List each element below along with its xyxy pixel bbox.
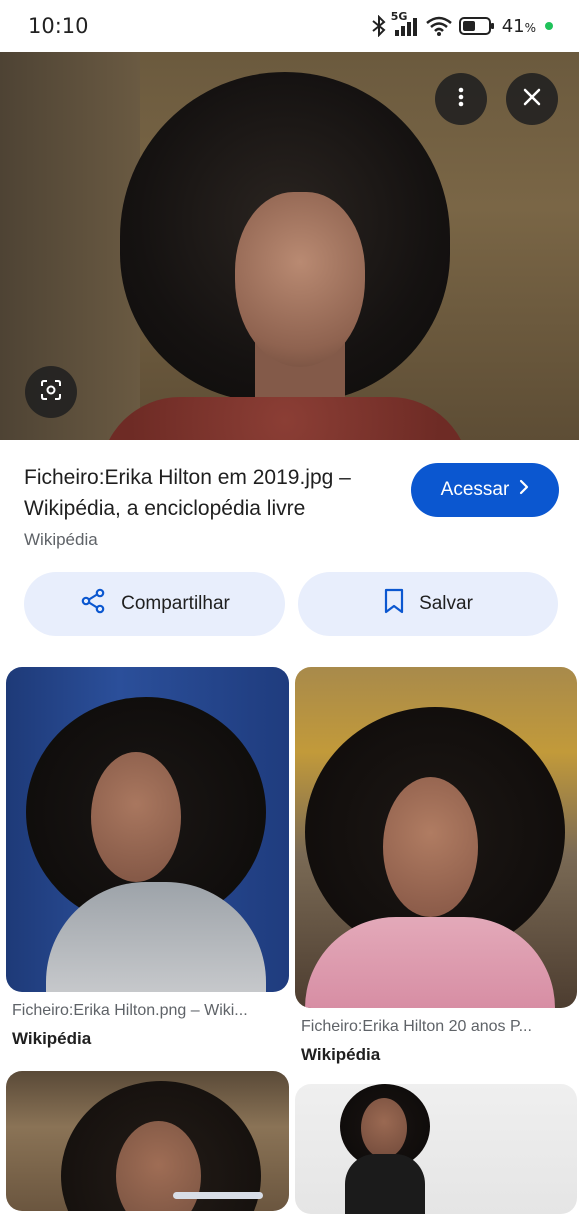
close-icon xyxy=(523,88,541,111)
thumb-face xyxy=(91,752,181,882)
lens-icon xyxy=(39,378,63,407)
share-button[interactable]: Compartilhar xyxy=(24,572,285,636)
thumb-face xyxy=(383,777,478,917)
related-card[interactable] xyxy=(6,1071,289,1211)
share-label: Compartilhar xyxy=(121,593,230,614)
battery-unit: % xyxy=(524,20,536,35)
status-bar: 10:10 5G 41 % xyxy=(0,0,579,52)
related-thumbnail[interactable] xyxy=(6,667,289,992)
related-caption: Ficheiro:Erika Hilton.png – Wiki... xyxy=(12,1002,248,1019)
related-source: Wikipédia xyxy=(301,1045,381,1064)
related-caption: Ficheiro:Erika Hilton 20 anos P... xyxy=(301,1018,532,1035)
battery-dot xyxy=(545,22,553,30)
cellular-signal-icon: 5G xyxy=(391,10,419,36)
close-button[interactable] xyxy=(506,73,558,125)
save-button[interactable]: Salvar xyxy=(298,572,558,636)
bluetooth-icon xyxy=(372,15,386,37)
result-title[interactable]: Ficheiro:Erika Hilton em 2019.jpg – Wiki… xyxy=(24,462,394,524)
battery-icon xyxy=(458,16,495,36)
hero-image[interactable] xyxy=(0,52,579,440)
related-card[interactable]: Ficheiro:Erika Hilton.png – Wiki... Wiki… xyxy=(6,667,289,1057)
save-label: Salvar xyxy=(419,593,473,614)
bookmark-icon xyxy=(383,588,405,620)
wifi-icon xyxy=(425,16,452,36)
thumb-dress xyxy=(345,1154,425,1214)
related-card[interactable] xyxy=(295,1084,577,1214)
more-options-button[interactable] xyxy=(435,73,487,125)
status-icons: 5G 41% xyxy=(372,10,553,37)
network-type: 5G xyxy=(390,10,408,23)
battery-percentage: 41% xyxy=(502,16,536,37)
home-indicator[interactable] xyxy=(173,1192,263,1199)
result-info: Ficheiro:Erika Hilton em 2019.jpg – Wiki… xyxy=(0,440,579,570)
related-thumbnail[interactable] xyxy=(295,1084,577,1214)
related-card[interactable]: Ficheiro:Erika Hilton 20 anos P... Wikip… xyxy=(295,667,577,1067)
related-thumbnail[interactable] xyxy=(295,667,577,1008)
lens-search-button[interactable] xyxy=(25,366,77,418)
visit-button[interactable]: Acessar xyxy=(411,463,559,517)
related-thumbnail[interactable] xyxy=(6,1071,289,1211)
chevron-right-icon xyxy=(519,479,529,501)
more-vert-icon xyxy=(458,87,464,112)
result-source: Wikipédia xyxy=(24,530,98,549)
visit-label: Acessar xyxy=(440,479,510,500)
status-time: 10:10 xyxy=(28,14,89,38)
hero-sweater xyxy=(100,397,470,440)
share-icon xyxy=(79,587,107,621)
battery-value: 41 xyxy=(501,15,525,37)
thumb-face xyxy=(361,1098,407,1158)
hero-face xyxy=(235,192,365,367)
related-source: Wikipédia xyxy=(12,1029,92,1048)
thumb-top xyxy=(305,917,555,1008)
